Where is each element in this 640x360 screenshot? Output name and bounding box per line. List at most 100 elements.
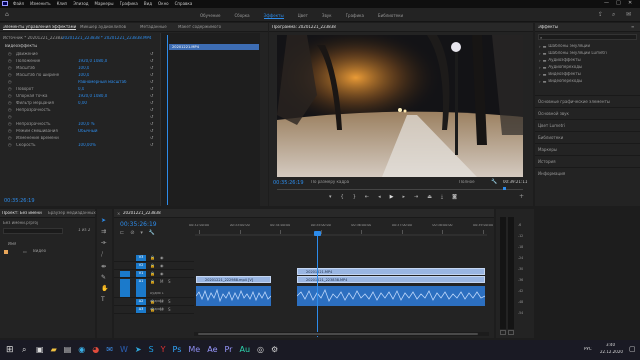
export-frame-icon[interactable]: ◙: [452, 194, 457, 200]
scroll-thumb[interactable]: [198, 333, 478, 335]
timeline-tab[interactable]: 20201221_223838: [123, 211, 161, 216]
notifications-icon[interactable]: ✉: [626, 11, 631, 18]
effects-section-row[interactable]: Маркеры: [535, 143, 640, 155]
track-header-a2[interactable]: A2 🔒 M S Аудио 2: [114, 298, 194, 306]
tab-media-browser[interactable]: Браузер медиаданных: [48, 211, 96, 216]
property-value[interactable]: 0,0: [78, 87, 84, 92]
lock-icon[interactable]: 🔒: [150, 255, 155, 260]
reset-icon[interactable]: ↺: [150, 142, 153, 147]
effects-section-row[interactable]: Основной звук: [535, 107, 640, 119]
eye-icon[interactable]: ◉: [160, 255, 164, 260]
timeline-playhead[interactable]: [314, 231, 321, 337]
media-encoder-icon[interactable]: Me: [188, 345, 200, 354]
menu-item[interactable]: Эпизод: [73, 1, 88, 6]
eye-icon[interactable]: ◉: [160, 263, 164, 268]
effect-property-row[interactable]: ◷ Опорная точка 1920,0 1080,0 ↺: [0, 93, 158, 100]
project-search-input[interactable]: [3, 228, 63, 234]
playhead-handle[interactable]: [314, 231, 321, 236]
effects-title[interactable]: Эффекты: [538, 25, 558, 30]
sequence-label[interactable]: 20201221_223838 * 20201221_223838.MP4: [62, 36, 157, 41]
task-view-icon[interactable]: ▣: [36, 345, 44, 354]
menu-item[interactable]: Маркеры: [95, 1, 114, 6]
home-icon[interactable]: ⌂: [5, 11, 9, 18]
track-header-v3[interactable]: V3 🔒 ◉: [114, 254, 194, 262]
effect-timecode[interactable]: 00:35:26:19: [4, 198, 35, 204]
effects-search-input[interactable]: ⌕: [538, 34, 637, 40]
store-icon[interactable]: ▤: [64, 345, 72, 354]
track-toggle[interactable]: V1: [136, 271, 146, 277]
notification-center-icon[interactable]: ▢: [629, 345, 636, 353]
after-effects-icon[interactable]: Ae: [207, 345, 217, 354]
property-value[interactable]: 100,0 %: [78, 122, 95, 127]
panel-menu-icon[interactable]: ≡: [631, 24, 634, 29]
eye-icon[interactable]: ◉: [160, 271, 164, 276]
lock-icon[interactable]: 🔒: [150, 263, 155, 268]
solo-left-button[interactable]: [500, 330, 506, 335]
effect-property-row[interactable]: ◷ Непрозрачность ↺: [0, 107, 158, 114]
effect-property-row[interactable]: ◷ Движение ↺: [0, 51, 158, 58]
edge-icon[interactable]: ◉: [78, 345, 85, 354]
effect-property-row[interactable]: ◷ Положение 1920,0 1080,0 ↺: [0, 58, 158, 65]
menu-item[interactable]: Графика: [120, 1, 138, 6]
reset-icon[interactable]: ↺: [150, 135, 153, 140]
mail-icon[interactable]: ✉: [106, 345, 113, 354]
solo-icon[interactable]: S: [168, 279, 171, 284]
reset-icon[interactable]: ↺: [150, 107, 153, 112]
mark-in-icon[interactable]: {: [341, 194, 344, 200]
add-button-icon[interactable]: +: [519, 193, 524, 200]
audio-clip-a1-a[interactable]: [196, 286, 271, 306]
toggle-animation-icon[interactable]: ◷: [8, 58, 12, 63]
clip-v1-a[interactable]: 20201221_222988.mp4 [V]: [196, 276, 271, 283]
track-header-a1[interactable]: A1 🔒 M S Аудио 1: [114, 278, 194, 298]
program-scrubber[interactable]: [277, 187, 523, 190]
track-header-a3[interactable]: A3 🔒 M S Аудио 3: [114, 306, 194, 314]
settings-app-icon[interactable]: ⚙: [271, 345, 278, 354]
effect-property-row[interactable]: ◷ Фильтр мерцания 0,00 ↺: [0, 100, 158, 107]
toggle-animation-icon[interactable]: ◷: [8, 72, 12, 77]
toggle-animation-icon[interactable]: ◷: [8, 65, 12, 70]
workspace-tab[interactable]: Цвет: [298, 13, 308, 19]
keyboard-language[interactable]: РУС: [584, 347, 592, 352]
go-to-in-icon[interactable]: ⇤: [365, 194, 369, 200]
tab-project[interactable]: Проект: Без имени: [2, 211, 42, 216]
solo-icon[interactable]: S: [168, 307, 171, 312]
effect-clip-bar[interactable]: 20201221.MP4: [169, 44, 259, 50]
effects-folder[interactable]: › ▬ Аудиопереходы: [539, 64, 607, 71]
snap-icon[interactable]: ⊏: [120, 230, 124, 236]
clock-time[interactable]: 3:40: [606, 343, 615, 348]
share-icon[interactable]: ⇪: [598, 11, 603, 18]
work-area-bar[interactable]: [195, 234, 487, 236]
slip-tool-icon[interactable]: ⇹: [101, 263, 108, 270]
effects-folder[interactable]: › ▬ Видеопереходы: [539, 78, 607, 85]
go-to-out-icon[interactable]: ⇥: [414, 194, 418, 200]
workspace-tab[interactable]: Графика: [346, 13, 364, 19]
razor-tool-icon[interactable]: ⧸: [101, 251, 108, 259]
clip-v2[interactable]: 20201221.MP4: [297, 268, 485, 275]
effect-property-row[interactable]: ◷ ↺: [0, 114, 158, 121]
tab-effect-controls[interactable]: Элементы управления эффектами: [3, 25, 76, 30]
reset-icon[interactable]: ↺: [150, 79, 153, 84]
property-value[interactable]: 1920,0 1080,0: [78, 59, 107, 64]
tab-content-layout[interactable]: Макет содержимого: [178, 25, 221, 30]
effects-folder[interactable]: › ▬ Аудиоэффекты: [539, 57, 607, 64]
workspace-tab[interactable]: Обучение: [200, 13, 220, 19]
reset-icon[interactable]: ↺: [150, 58, 153, 63]
menu-item[interactable]: Окно: [158, 1, 169, 6]
source-patch[interactable]: [120, 279, 130, 297]
telegram-icon[interactable]: ➤: [135, 345, 142, 354]
track-header-v1[interactable]: V1 🔒 ◉: [114, 270, 194, 278]
column-name[interactable]: Имя: [8, 242, 16, 247]
effects-section-row[interactable]: Библиотеки: [535, 131, 640, 143]
close-tab-icon[interactable]: ×: [117, 211, 120, 216]
skype-icon[interactable]: S: [149, 345, 154, 354]
file-explorer-icon[interactable]: ▰: [51, 345, 57, 354]
hand-tool-icon[interactable]: ✋: [101, 285, 108, 292]
effects-folder[interactable]: › ▬ Шаблоны эмуляции Lumetri: [539, 50, 607, 57]
toggle-animation-icon[interactable]: ◷: [8, 79, 12, 84]
property-value[interactable]: Обычный: [78, 129, 98, 134]
timeline-settings-icon[interactable]: 🔧: [149, 230, 155, 236]
solo-icon[interactable]: S: [168, 299, 171, 304]
effects-section-row[interactable]: История: [535, 155, 640, 167]
video-frame[interactable]: [277, 35, 523, 177]
property-value[interactable]: 100,00%: [78, 143, 96, 148]
